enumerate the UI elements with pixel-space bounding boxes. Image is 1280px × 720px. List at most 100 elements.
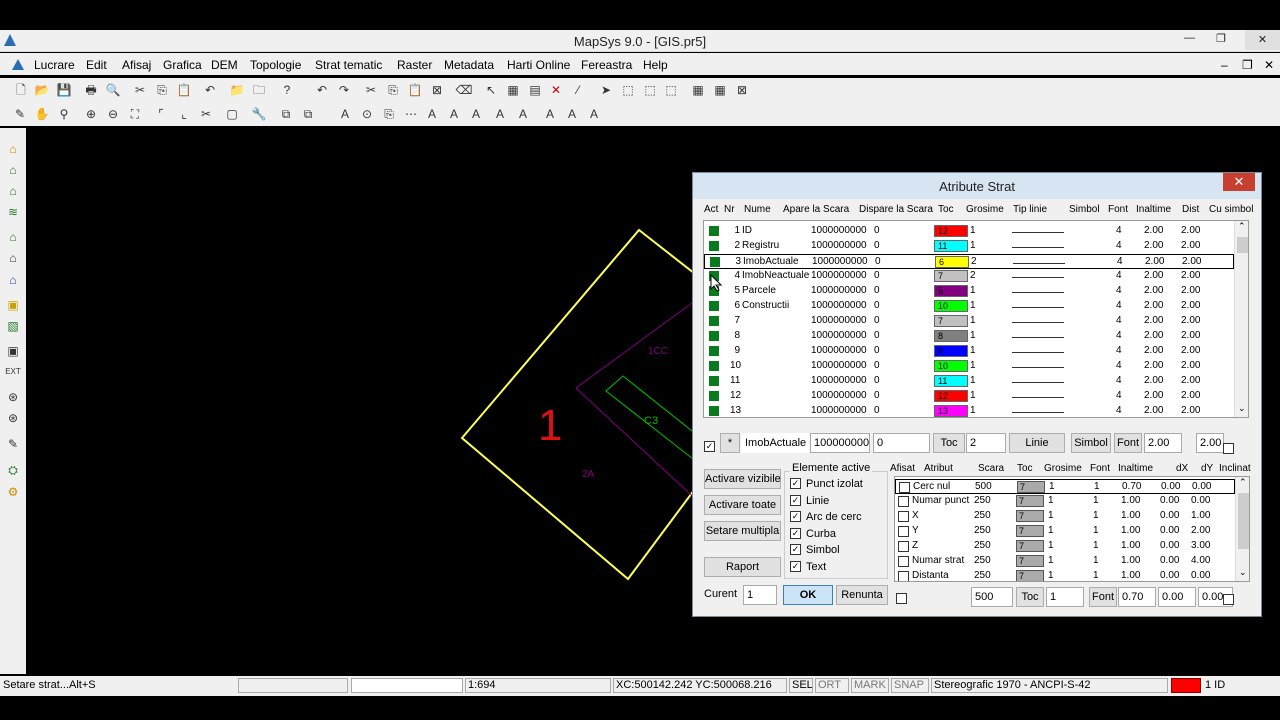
select-arrow-icon[interactable]: ➤ <box>597 81 615 99</box>
zoom-extent-icon[interactable]: ⛶ <box>126 105 144 123</box>
attr-edit-toc-button[interactable]: Toc <box>1016 587 1044 607</box>
mdi-minimize-button[interactable]: – <box>1221 58 1228 72</box>
new-file-icon[interactable]: 🗋 <box>12 81 30 99</box>
edit-toc-field[interactable]: 2 <box>966 433 1006 453</box>
text-rotate-icon[interactable]: ⊙ <box>358 105 376 123</box>
active-indicator[interactable] <box>709 391 719 401</box>
attr-afisat-checkbox[interactable] <box>898 556 909 567</box>
draw-polygon-icon[interactable]: ⌂ <box>4 271 22 289</box>
active-indicator[interactable] <box>709 346 719 356</box>
curent-field[interactable]: 1 <box>743 585 777 605</box>
table-edit-icon[interactable]: ▤ <box>526 81 544 99</box>
text-align-icon[interactable]: A <box>467 105 485 123</box>
delete-element-icon[interactable]: ⊠ <box>428 81 446 99</box>
grid-icon[interactable]: ▦ <box>689 81 707 99</box>
text-link-icon[interactable]: ⋯ <box>402 105 420 123</box>
attr-row[interactable]: X 250 7 1 1 1.00 0.00 1.00 <box>895 509 1235 524</box>
symbol-tool-icon[interactable]: ▣ <box>4 296 22 314</box>
edit-dist-field[interactable]: 2.00 <box>1196 433 1224 453</box>
draw-curve-icon[interactable]: ≋ <box>4 203 22 221</box>
attr-afisat-checkbox[interactable] <box>898 496 909 507</box>
table-tool-icon[interactable]: ▦ <box>504 81 522 99</box>
activare-vizibile-button[interactable]: Activare vizibile <box>704 469 781 489</box>
status-snap[interactable]: SNAP <box>891 678 929 693</box>
edit-inaltime-field[interactable]: 2.00 <box>1144 433 1182 453</box>
active-indicator[interactable] <box>709 316 719 326</box>
layers-table-scrollbar[interactable]: ⌃ ⌄ <box>1234 221 1248 417</box>
attr-row[interactable]: Y 250 7 1 1 1.00 0.00 2.00 <box>895 524 1235 539</box>
active-indicator[interactable] <box>709 241 719 251</box>
scissors-select-icon[interactable]: ✂ <box>197 105 215 123</box>
cut-icon[interactable]: ✂ <box>131 81 149 99</box>
layer-tool-icon[interactable]: ⛭ <box>4 461 22 479</box>
frame-tool-icon[interactable]: ▣ <box>4 342 22 360</box>
active-indicator[interactable] <box>710 257 720 267</box>
edit-font-button[interactable]: Font <box>1114 433 1142 453</box>
table-row[interactable]: 4 ImobNeactuale 1000000000 0 7 2 4 2.00 2.00 <box>704 269 1236 284</box>
menu-topologie[interactable]: Topologie <box>250 58 301 72</box>
zoom-in-icon[interactable]: ⊕ <box>82 105 100 123</box>
elemente-checkbox-3[interactable]: ✓ <box>790 527 801 539</box>
text-frame-icon[interactable]: A <box>563 105 581 123</box>
attr-edit-afisat-checkbox[interactable] <box>896 593 907 604</box>
minimize-button[interactable]: — <box>1184 32 1195 44</box>
color-swatch[interactable]: 11 <box>934 375 968 387</box>
menu-harti-online[interactable]: Harti Online <box>507 58 570 72</box>
color-swatch[interactable]: 13 <box>934 405 968 417</box>
line-tool-icon[interactable]: ⁄ <box>569 81 587 99</box>
elemente-checkbox-5[interactable]: ✓ <box>790 560 801 572</box>
color-swatch[interactable]: 9 <box>934 345 968 357</box>
color-swatch[interactable]: 6 <box>935 256 969 268</box>
attr-row[interactable]: Numar strat 250 7 1 1 1.00 0.00 4.00 <box>895 554 1235 569</box>
edit-star-button[interactable]: * <box>720 433 740 453</box>
text-scale-icon[interactable]: A <box>491 105 509 123</box>
menu-afisaj[interactable]: Afisaj <box>122 58 151 72</box>
redo-edit-icon[interactable]: ↷ <box>335 81 353 99</box>
attr-scroll-up-icon[interactable]: ⌃ <box>1239 477 1247 488</box>
zoom-icon[interactable]: ⚲ <box>55 105 73 123</box>
edit-name-field[interactable]: ImobActuale <box>741 433 809 453</box>
text-special-icon[interactable]: A <box>585 105 603 123</box>
activare-toate-button[interactable]: Activare toate <box>704 495 781 515</box>
open-folder-icon[interactable]: 📂 <box>33 81 51 99</box>
edit-linie-button[interactable]: Linie <box>1009 433 1065 453</box>
copy-element-icon[interactable]: ⎘ <box>384 81 402 99</box>
undo-icon[interactable]: ↶ <box>201 81 219 99</box>
select-multi-icon[interactable]: ⬚ <box>641 81 659 99</box>
text-copy-icon[interactable]: ⎘ <box>380 105 398 123</box>
color-swatch[interactable]: 8 <box>934 330 968 342</box>
select-box-icon[interactable]: ⬚ <box>619 81 637 99</box>
color-swatch[interactable]: 12 <box>934 390 968 402</box>
scroll-down-icon[interactable]: ⌄ <box>1238 403 1246 414</box>
attr-afisat-checkbox[interactable] <box>899 482 910 493</box>
attr-color-swatch[interactable]: 7 <box>1016 525 1044 537</box>
attr-afisat-checkbox[interactable] <box>898 511 909 522</box>
mdi-close-button[interactable]: ✕ <box>1264 58 1274 72</box>
attr-color-swatch[interactable]: 7 <box>1016 540 1044 552</box>
color-swatch[interactable]: 7 <box>934 270 968 282</box>
menu-raster[interactable]: Raster <box>397 58 432 72</box>
attr-row[interactable]: Numar punct 250 7 1 1 1.00 0.00 0.00 <box>895 494 1235 509</box>
status-ort[interactable]: ORT <box>815 678 849 693</box>
table-row[interactable]: 6 Constructii 1000000000 0 10 1 4 2.00 2.00 <box>704 299 1236 314</box>
draw-line-icon[interactable]: ⌂ <box>4 161 22 179</box>
attr-scroll-down-icon[interactable]: ⌄ <box>1239 567 1247 578</box>
elemente-checkbox-2[interactable]: ✓ <box>790 511 801 522</box>
attr-edit-scara-field[interactable]: 500 <box>971 587 1013 607</box>
layers-icon[interactable]: ⧉ <box>277 105 295 123</box>
elemente-checkbox-4[interactable]: ✓ <box>790 544 801 555</box>
attr-color-swatch[interactable]: 7 <box>1016 555 1044 567</box>
print-preview-icon[interactable]: 🔍 <box>104 81 122 99</box>
attributes-table[interactable]: ⌃ ⌄ Cerc nul 500 7 1 1 0.70 0.00 0.00 Numar punc… <box>894 476 1250 582</box>
open-project-icon[interactable]: 📁 <box>228 81 246 99</box>
hatch-tool-icon[interactable]: ▧ <box>4 317 22 335</box>
table-row[interactable]: 1 ID 1000000000 0 12 1 4 2.00 2.00 <box>704 224 1236 239</box>
table-row[interactable]: 13 1000000000 0 13 1 4 2.00 2.00 <box>704 404 1236 417</box>
scroll-thumb[interactable] <box>1237 237 1248 253</box>
status-sel[interactable]: SEL <box>789 678 813 693</box>
setare-multipla-button[interactable]: Setare multipla <box>704 521 781 541</box>
edit-apare-field[interactable]: 1000000000 <box>810 433 870 453</box>
attr-row[interactable]: Z 250 7 1 1 1.00 0.00 3.00 <box>895 539 1235 554</box>
wrench-icon[interactable]: 🔧 <box>250 105 268 123</box>
draw-circle-icon[interactable]: ⌂ <box>4 249 22 267</box>
